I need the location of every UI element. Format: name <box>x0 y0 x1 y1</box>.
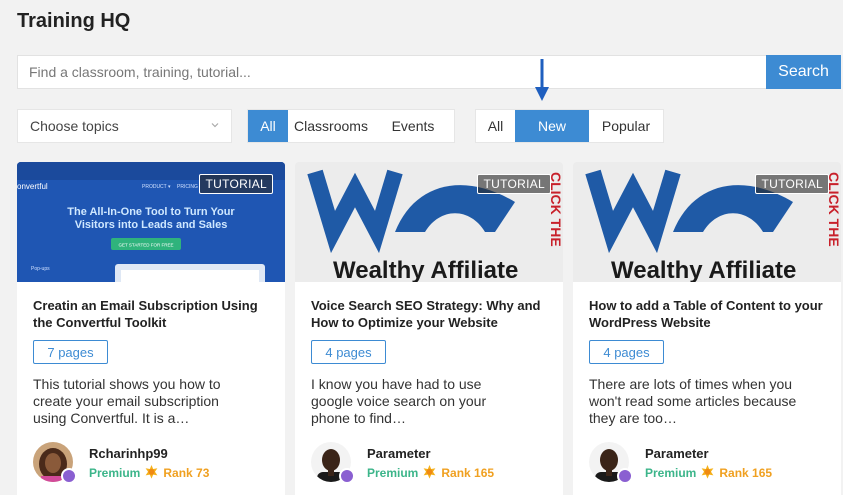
svg-text:PRODUCT ▾: PRODUCT ▾ <box>142 184 171 190</box>
rank-label: Rank 165 <box>441 465 495 480</box>
pages-count-button[interactable]: 7 pages <box>33 340 108 364</box>
svg-text:onvertful: onvertful <box>17 182 48 191</box>
svg-text:Wealthy Affiliate: Wealthy Affiliate <box>611 257 796 282</box>
topics-dropdown[interactable]: Choose topics <box>17 109 232 143</box>
sort-filter: All New Popular <box>475 109 664 143</box>
sun-badge-icon <box>701 465 714 479</box>
card-description: There are lots of times when you won't r… <box>589 376 797 426</box>
avatar[interactable] <box>311 442 355 484</box>
card-description: This tutorial shows you how to create yo… <box>33 376 221 426</box>
avatar[interactable] <box>589 442 633 484</box>
sort-option-popular[interactable]: Popular <box>589 110 663 142</box>
training-card[interactable]: Wealthy Affiliate CLICK THE TUTORIAL How… <box>573 162 841 495</box>
sun-badge-icon <box>145 465 158 479</box>
membership-label: Premium <box>645 465 697 480</box>
chevron-down-icon <box>211 123 219 128</box>
avatar[interactable] <box>33 442 77 484</box>
type-option-classrooms[interactable]: Classrooms <box>288 110 374 142</box>
author-name[interactable]: Rcharinhp99 <box>89 446 168 461</box>
tutorial-badge: TUTORIAL <box>199 174 273 194</box>
heart-badge-icon <box>617 468 633 484</box>
author-status: Premium Rank 73 <box>89 465 209 480</box>
pages-count-button[interactable]: 4 pages <box>311 340 386 364</box>
card-thumbnail[interactable]: Wealthy Affiliate CLICK THE TUTORIAL <box>573 162 841 282</box>
type-option-events[interactable]: Events <box>374 110 452 142</box>
author-name[interactable]: Parameter <box>645 446 709 461</box>
topics-dropdown-label: Choose topics <box>30 118 119 134</box>
type-option-all[interactable]: All <box>248 110 288 142</box>
card-title[interactable]: Voice Search SEO Strategy: Why and How t… <box>311 297 551 331</box>
page-title: Training HQ <box>17 10 131 32</box>
sort-option-all[interactable]: All <box>476 110 515 142</box>
author-name[interactable]: Parameter <box>367 446 431 461</box>
svg-text:Visitors into Leads and Sales: Visitors into Leads and Sales <box>75 219 228 231</box>
svg-text:The All-In-One Tool to Turn Yo: The All-In-One Tool to Turn Your <box>67 206 235 218</box>
author-status: Premium Rank 165 <box>645 465 772 480</box>
heart-badge-icon <box>61 468 77 484</box>
rank-label: Rank 165 <box>719 465 773 480</box>
search-button[interactable]: Search <box>766 55 841 89</box>
card-title[interactable]: How to add a Table of Content to your Wo… <box>589 297 829 331</box>
training-card[interactable]: Wealthy Affiliate CLICK THE TUTORIAL Voi… <box>295 162 563 495</box>
sort-option-new[interactable]: New <box>515 110 589 142</box>
sun-badge-icon <box>423 465 436 479</box>
content-type-filter: All Classrooms Events <box>247 109 455 143</box>
search-input[interactable] <box>17 55 766 89</box>
card-thumbnail[interactable]: onvertful PRODUCT ▾ PRICING The All-In-O… <box>17 162 285 282</box>
search-bar: Search <box>17 55 841 89</box>
svg-text:Pop-ups: Pop-ups <box>31 266 50 272</box>
pages-count-button[interactable]: 4 pages <box>589 340 664 364</box>
arrow-down-icon <box>535 59 549 101</box>
membership-label: Premium <box>89 465 141 480</box>
svg-text:Wealthy Affiliate: Wealthy Affiliate <box>333 257 518 282</box>
heart-badge-icon <box>339 468 355 484</box>
card-thumbnail[interactable]: Wealthy Affiliate CLICK THE TUTORIAL <box>295 162 563 282</box>
tutorial-badge: TUTORIAL <box>755 174 829 194</box>
training-card[interactable]: onvertful PRODUCT ▾ PRICING The All-In-O… <box>17 162 285 495</box>
svg-text:PRICING: PRICING <box>177 184 198 190</box>
author-status: Premium Rank 165 <box>367 465 494 480</box>
card-title[interactable]: Creatin an Email Subscription Using the … <box>33 297 273 331</box>
card-description: I know you have had to use google voice … <box>311 376 487 426</box>
tutorial-badge: TUTORIAL <box>477 174 551 194</box>
membership-label: Premium <box>367 465 419 480</box>
svg-text:GET STARTED FOR FREE: GET STARTED FOR FREE <box>118 243 173 248</box>
rank-label: Rank 73 <box>163 465 210 480</box>
